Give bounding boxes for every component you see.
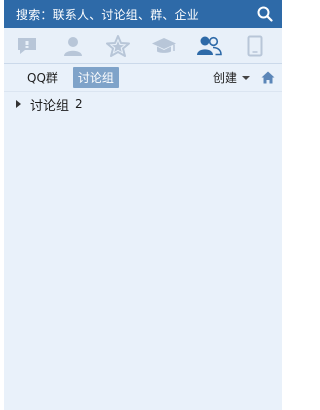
person-icon (63, 36, 82, 56)
search-icon[interactable] (256, 5, 274, 23)
list-item[interactable]: 讨论组 2 (4, 92, 282, 116)
group-subnav: QQ群 讨论组 创建 (4, 64, 282, 92)
create-label: 创建 (212, 71, 237, 85)
search-bar[interactable]: 搜索：联系人、讨论组、群、企业 (4, 0, 282, 28)
phone-icon (247, 35, 263, 56)
home-icon[interactable] (260, 70, 276, 86)
contacts-panel: 搜索：联系人、讨论组、群、企业 QQ群 讨论组 创建 讨论组 2 (4, 0, 282, 410)
expand-arrow-icon[interactable] (16, 100, 21, 108)
discussion-filter[interactable]: 讨论组 (72, 67, 119, 88)
tab-devices[interactable] (242, 33, 268, 59)
create-dropdown[interactable]: 创建 (213, 69, 250, 86)
graduation-cap-icon (151, 37, 176, 53)
star-icon (106, 34, 131, 57)
qq-group-filter[interactable]: QQ群 (22, 67, 63, 88)
chevron-down-icon (242, 75, 250, 80)
tab-contacts[interactable] (60, 33, 86, 59)
chat-bubble-icon (18, 37, 36, 54)
tab-favorites[interactable] (105, 33, 131, 59)
group-count: 2 (75, 97, 83, 111)
tab-school[interactable] (151, 33, 177, 59)
tab-groups[interactable] (196, 33, 223, 59)
group-icon (197, 36, 223, 55)
tab-messages[interactable] (14, 33, 40, 59)
group-label: 讨论组 (30, 98, 70, 114)
search-placeholder[interactable]: 搜索：联系人、讨论组、群、企业 (16, 6, 199, 23)
main-tab-strip (4, 28, 282, 64)
